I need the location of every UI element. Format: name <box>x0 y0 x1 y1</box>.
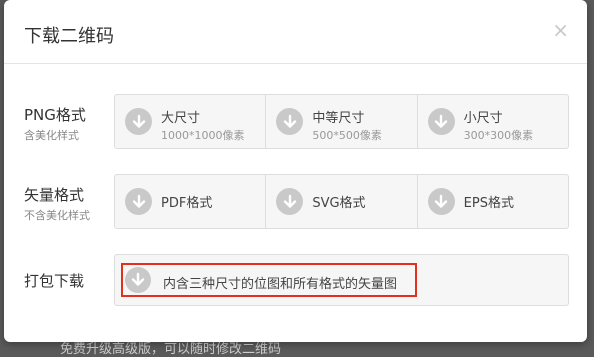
pdf-text: PDF格式 <box>161 192 212 211</box>
png-medium-button[interactable]: 中等尺寸 500*500像素 <box>266 95 418 148</box>
svg-text: SVG格式 <box>312 192 365 211</box>
download-circle-icon <box>427 188 455 215</box>
option-name: EPS格式 <box>463 196 514 211</box>
eps-text: EPS格式 <box>464 192 514 211</box>
bundle-download-button[interactable]: 内含三种尺寸的位图和所有格式的矢量图 <box>121 263 417 297</box>
download-circle-icon <box>276 188 304 215</box>
bundle-label-group: 打包下载 <box>24 270 84 291</box>
bundle-label: 打包下载 <box>24 272 85 290</box>
download-circle-icon <box>125 108 152 135</box>
vector-label: 矢量格式 <box>24 186 85 204</box>
png-medium-text: 中等尺寸 500*500像素 <box>312 107 382 143</box>
option-name: 小尺寸 <box>463 111 503 126</box>
option-name: 大尺寸 <box>161 111 201 126</box>
png-large-text: 大尺寸 1000*1000像素 <box>161 107 245 143</box>
dialog-title: 下载二维码 <box>24 26 114 47</box>
vector-options: PDF格式 SVG格式 EPS格式 <box>114 174 569 229</box>
option-size: 500*500像素 <box>312 129 382 142</box>
close-icon[interactable]: × <box>552 20 569 40</box>
vector-label-group: 矢量格式 不含美化样式 <box>24 184 90 223</box>
bundle-option: 内含三种尺寸的位图和所有格式的矢量图 <box>114 254 569 306</box>
dialog-header: 下载二维码 × <box>4 0 587 64</box>
bundle-text: 内含三种尺寸的位图和所有格式的矢量图 <box>163 277 398 292</box>
png-label: PNG格式 <box>24 106 86 124</box>
download-circle-icon <box>125 267 151 293</box>
pdf-button[interactable]: PDF格式 <box>115 175 267 228</box>
vector-sublabel: 不含美化样式 <box>24 209 90 222</box>
png-small-button[interactable]: 小尺寸 300*300像素 <box>418 95 568 148</box>
download-qrcode-dialog: 下载二维码 × PNG格式 含美化样式 大尺寸 1000*1000像素 中等尺寸… <box>4 0 587 342</box>
option-name: SVG格式 <box>312 196 366 211</box>
option-name: 中等尺寸 <box>312 111 365 126</box>
eps-button[interactable]: EPS格式 <box>418 175 568 228</box>
option-name: PDF格式 <box>161 196 213 211</box>
png-large-button[interactable]: 大尺寸 1000*1000像素 <box>115 95 267 148</box>
png-options: 大尺寸 1000*1000像素 中等尺寸 500*500像素 小尺寸 300*3… <box>114 94 569 149</box>
png-small-text: 小尺寸 300*300像素 <box>464 107 534 143</box>
option-size: 1000*1000像素 <box>161 129 245 142</box>
svg-button[interactable]: SVG格式 <box>266 175 418 228</box>
option-size: 300*300像素 <box>463 129 534 142</box>
download-circle-icon <box>276 108 304 135</box>
png-sublabel: 含美化样式 <box>24 129 79 142</box>
download-circle-icon <box>125 188 152 215</box>
download-circle-icon <box>427 108 455 135</box>
png-label-group: PNG格式 含美化样式 <box>24 104 86 143</box>
